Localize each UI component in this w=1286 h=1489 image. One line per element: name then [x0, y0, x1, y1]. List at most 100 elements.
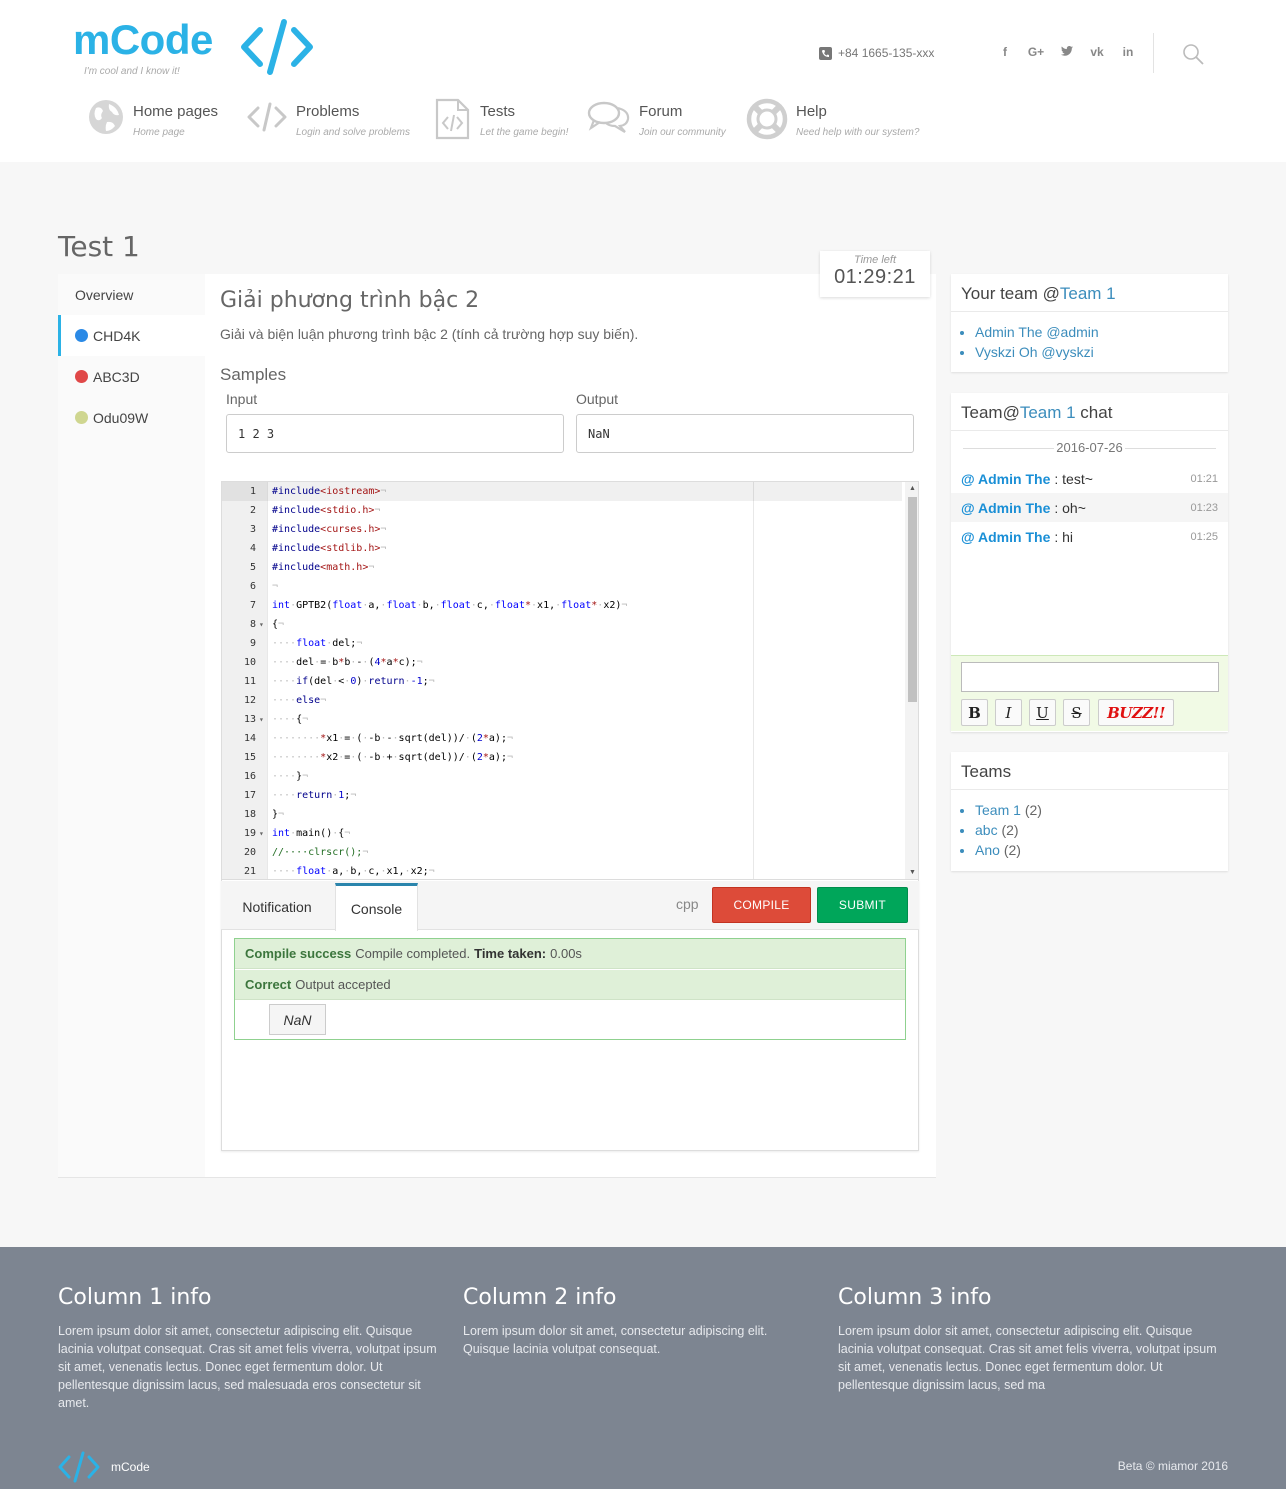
- code-line[interactable]: 8 ▾ {¬: [222, 615, 902, 634]
- code-line[interactable]: 14 ········*x1·=·(·-b·-·sqrt(del))/·(2*a)…: [222, 729, 902, 748]
- code-line[interactable]: 17 ····return·1;¬: [222, 786, 902, 805]
- code-logo-icon[interactable]: [58, 1451, 100, 1483]
- team-member[interactable]: Vyskzi Oh @vyskzi: [975, 342, 1228, 362]
- sidebar-item-odu09w[interactable]: Odu09W: [58, 397, 205, 438]
- code-line[interactable]: 15 ········*x2·=·(·-b·+·sqrt(del))/·(2*a)…: [222, 748, 902, 767]
- code-line[interactable]: 9 ····float·del;¬: [222, 634, 902, 653]
- nav-home[interactable]: Home pages Home page: [87, 98, 218, 138]
- nav-forum[interactable]: Forum Join our community: [587, 98, 726, 138]
- google-plus-icon[interactable]: G+: [1026, 45, 1046, 59]
- sidebar-item-overview[interactable]: Overview: [58, 274, 205, 315]
- footer-column: Column 1 info Lorem ipsum dolor sit amet…: [58, 1285, 448, 1412]
- compile-message: Compile completed.: [355, 946, 471, 961]
- code-line[interactable]: 3 #include<curses.h>¬: [222, 520, 902, 539]
- result-status-row: Correct Output accepted: [235, 970, 905, 1000]
- nav-help[interactable]: Help Need help with our system?: [746, 98, 919, 140]
- nav-tests[interactable]: Tests Let the game begin!: [434, 98, 568, 140]
- chat-compose: B I U S BUZZ!!: [951, 655, 1228, 731]
- code-line[interactable]: 16 ····}¬: [222, 767, 902, 786]
- tab-notification[interactable]: Notification: [226, 883, 328, 930]
- code-line[interactable]: 4 #include<stdlib.h>¬: [222, 539, 902, 558]
- program-output: NaN: [269, 1004, 326, 1035]
- logo-tagline: I'm cool and I know it!: [84, 66, 180, 77]
- code-line[interactable]: 12 ····else¬: [222, 691, 902, 710]
- timer-value: 01:29:21: [834, 266, 916, 288]
- phone-icon: [819, 46, 832, 60]
- facebook-icon[interactable]: f: [995, 45, 1015, 59]
- nav-problems-title: Problems: [296, 103, 360, 120]
- nav-problems-subtitle: Login and solve problems: [296, 127, 410, 138]
- code-line[interactable]: 7 int·GPTB2(float·a,·float·b,·float·c,·fl…: [222, 596, 902, 615]
- footer-logo-text[interactable]: mCode: [111, 1460, 150, 1474]
- code-line[interactable]: 19 ▾ int·main()·{¬: [222, 824, 902, 843]
- fold-arrow-icon: ▾: [259, 829, 264, 838]
- chat-bubbles-icon: [587, 101, 630, 133]
- code-line[interactable]: 20//····clrscr();¬: [222, 843, 902, 862]
- team-list-item[interactable]: Team 1 (2): [975, 800, 1228, 820]
- code-line[interactable]: 6 ¬: [222, 577, 902, 596]
- header-divider: [1153, 33, 1154, 73]
- strikethrough-button[interactable]: S: [1063, 699, 1090, 726]
- status-dot-icon: [75, 411, 88, 424]
- chat-input[interactable]: [961, 662, 1219, 692]
- editor-scrollbar-thumb[interactable]: [908, 497, 917, 702]
- compile-button[interactable]: COMPILE: [712, 887, 811, 923]
- team-link[interactable]: Team 1: [1060, 284, 1116, 303]
- team-member[interactable]: Admin The @admin: [975, 322, 1228, 342]
- code-line[interactable]: 11 ····if(del·<·0)·return·-1;¬: [222, 672, 902, 691]
- italic-button[interactable]: I: [995, 699, 1022, 726]
- copyright: Beta © miamor 2016: [1117, 1459, 1228, 1473]
- code-line[interactable]: 5 #include<math.h>¬: [222, 558, 902, 577]
- chat-user[interactable]: @ Admin The: [961, 500, 1050, 516]
- chat-date: 2016-07-26: [1054, 440, 1125, 455]
- phone-number: +84 1665-135-xxx: [838, 46, 935, 60]
- submit-button[interactable]: SUBMIT: [817, 887, 908, 923]
- footer-column-title: Column 3 info: [838, 1285, 992, 1310]
- chat-user[interactable]: @ Admin The: [961, 529, 1050, 545]
- phone-contact: +84 1665-135-xxx: [819, 46, 934, 60]
- status-dot-icon: [75, 329, 88, 342]
- search-icon[interactable]: [1182, 43, 1204, 65]
- team-list-item[interactable]: abc (2): [975, 820, 1228, 840]
- code-line[interactable]: 1 #include<iostream>¬: [222, 482, 902, 501]
- globe-icon: [89, 100, 123, 134]
- team-widget: Your team @Team 1 Admin The @admin Vyskz…: [951, 274, 1228, 372]
- code-line[interactable]: 21 ····float·a,·b,·c,·x1,·x2;¬: [222, 862, 902, 879]
- bold-button[interactable]: B: [961, 699, 988, 726]
- footer-column-text: Lorem ipsum dolor sit amet, consectetur …: [838, 1324, 1217, 1392]
- scroll-down-icon[interactable]: ▼: [909, 869, 916, 876]
- chat-message: @ Admin The : test~ 01:21: [951, 464, 1228, 493]
- logo-text[interactable]: mCode: [73, 16, 213, 64]
- language-label: cpp: [676, 896, 699, 912]
- sample-output[interactable]: NaN: [576, 414, 914, 453]
- team-link[interactable]: Team 1: [1020, 403, 1076, 422]
- sidebar-item-label: CHD4K: [93, 327, 141, 344]
- linkedin-icon[interactable]: in: [1118, 45, 1138, 59]
- chat-text: : test~: [1054, 470, 1093, 487]
- buzz-button[interactable]: BUZZ!!: [1098, 699, 1174, 726]
- team-widget-title: Your team @Team 1: [951, 274, 1228, 312]
- code-logo-icon[interactable]: [240, 18, 314, 76]
- nav-problems[interactable]: Problems Login and solve problems: [246, 98, 410, 138]
- chat-time: 01:21: [1190, 472, 1218, 485]
- code-line[interactable]: 10 ····del·=·b*b·-·(4*a*c);¬: [222, 653, 902, 672]
- twitter-icon[interactable]: [1057, 45, 1077, 59]
- sample-input[interactable]: 1 2 3: [226, 414, 564, 453]
- vk-icon[interactable]: vk: [1087, 45, 1107, 59]
- code-line[interactable]: 13 ▾ ····{¬: [222, 710, 902, 729]
- compile-status: Compile success: [245, 946, 352, 961]
- tab-console[interactable]: Console: [335, 883, 418, 931]
- nav-help-title: Help: [796, 103, 827, 120]
- scroll-up-icon[interactable]: ▲: [909, 485, 916, 492]
- nav-home-title: Home pages: [133, 103, 219, 120]
- team-list-item[interactable]: Ano (2): [975, 840, 1228, 860]
- sidebar-item-abc3d[interactable]: ABC3D: [58, 356, 205, 397]
- chat-text: : oh~: [1054, 499, 1086, 516]
- console-output: Compile success Compile completed. Time …: [234, 938, 906, 1040]
- chat-user[interactable]: @ Admin The: [961, 471, 1050, 487]
- code-line[interactable]: 18}¬: [222, 805, 902, 824]
- sidebar-item-chd4k[interactable]: CHD4K: [58, 315, 205, 356]
- underline-button[interactable]: U: [1029, 699, 1056, 726]
- code-editor[interactable]: 1 #include<iostream>¬ 2 #include<stdio.h>¬…: [221, 481, 919, 880]
- code-line[interactable]: 2 #include<stdio.h>¬: [222, 501, 902, 520]
